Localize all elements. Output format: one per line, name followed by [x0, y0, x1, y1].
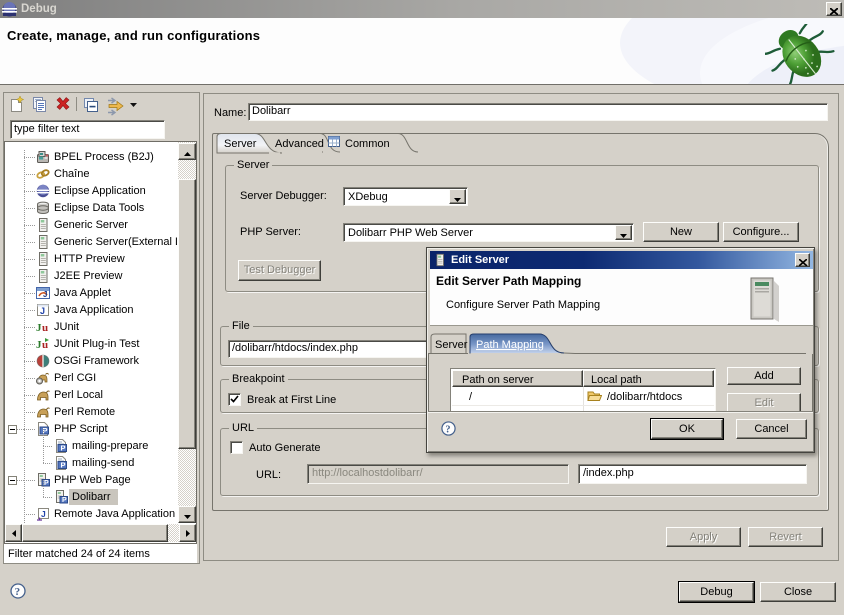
svg-text:Path Mapping: Path Mapping	[476, 339, 544, 351]
svg-text:Advanced: Advanced	[275, 138, 324, 150]
svg-text:J: J	[43, 290, 47, 299]
svg-text:J: J	[40, 306, 45, 316]
svg-text:Server: Server	[435, 339, 468, 351]
svg-text:?: ?	[445, 424, 450, 435]
svg-text:u: u	[42, 322, 48, 334]
svg-text:P: P	[62, 497, 67, 504]
svg-text:P: P	[44, 480, 49, 487]
svg-text:?: ?	[15, 586, 21, 598]
svg-text:J: J	[41, 509, 46, 519]
svg-text:P: P	[61, 461, 66, 470]
svg-text:Common: Common	[345, 138, 390, 150]
svg-text:Server: Server	[224, 138, 257, 150]
svg-text:P: P	[61, 444, 66, 453]
